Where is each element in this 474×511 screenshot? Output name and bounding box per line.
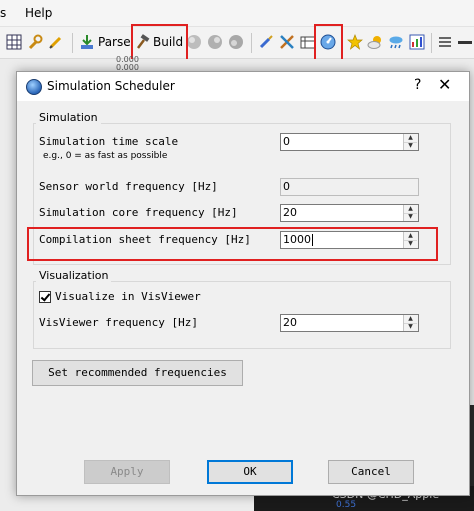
apply-button[interactable]: Apply <box>84 460 170 484</box>
core-frequency-spinbox[interactable]: 20 ▲ ▼ <box>280 204 419 222</box>
chart-icon <box>409 34 425 50</box>
paintbrush-icon <box>258 34 274 50</box>
pencil-icon <box>48 34 64 50</box>
align-icon <box>437 34 453 50</box>
compilation-highlight-box <box>27 227 438 261</box>
cloud-rain-icon <box>388 34 404 50</box>
sensor-frequency-field: 0 <box>280 178 419 196</box>
weather-button[interactable] <box>367 31 383 53</box>
wrench-button[interactable] <box>27 31 43 53</box>
wrench-icon <box>27 34 43 50</box>
close-button[interactable]: ✕ <box>438 75 451 94</box>
visualize-checkbox-label: Visualize in VisViewer <box>55 290 201 303</box>
rain-button[interactable] <box>388 31 404 53</box>
main-toolbar: Parse Build <box>0 27 474 59</box>
set-recommended-frequencies-button[interactable]: Set recommended frequencies <box>32 360 243 386</box>
grid-icon <box>6 34 22 50</box>
gray-sphere-icon <box>186 34 202 50</box>
visualize-checkbox[interactable] <box>39 291 51 303</box>
spin-down-icon[interactable]: ▼ <box>404 213 417 221</box>
run-button[interactable] <box>186 31 202 53</box>
visviewer-frequency-value: 20 <box>283 316 297 329</box>
stop-button[interactable] <box>228 31 244 53</box>
minimize-panel-button[interactable] <box>457 31 473 53</box>
sensor-frequency-value: 0 <box>283 180 290 193</box>
download-icon <box>79 34 95 50</box>
core-frequency-label: Simulation core frequency [Hz] <box>39 206 238 219</box>
toolbar-separator <box>431 33 432 53</box>
menu-bar: s Help <box>0 0 474 27</box>
app-globe-icon <box>26 79 42 95</box>
time-scale-hint: e.g., 0 = as fast as possible <box>43 151 168 161</box>
spin-down-icon[interactable]: ▼ <box>404 323 417 331</box>
ok-button[interactable]: OK <box>207 460 293 484</box>
time-scale-value: 0 <box>283 135 290 148</box>
spin-arrows: ▲ ▼ <box>403 315 418 331</box>
parse-button[interactable]: Parse <box>79 31 131 53</box>
tools-button[interactable] <box>279 31 295 53</box>
simulation-group-title: Simulation <box>36 111 101 124</box>
cancel-button[interactable]: Cancel <box>328 460 414 484</box>
simulation-scheduler-dialog: Simulation Scheduler ? ✕ Simulation Simu… <box>16 71 470 496</box>
chart-button[interactable] <box>409 31 425 53</box>
spin-arrows: ▲ ▼ <box>403 205 418 221</box>
favorite-button[interactable] <box>347 31 363 53</box>
parse-label: Parse <box>98 35 131 49</box>
menu-item-help[interactable]: Help <box>25 6 52 20</box>
grid-button[interactable] <box>6 31 22 53</box>
time-scale-spinbox[interactable]: 0 ▲ ▼ <box>280 133 419 151</box>
step-button[interactable] <box>207 31 223 53</box>
core-frequency-value: 20 <box>283 206 297 219</box>
menu-item-partial[interactable]: s <box>0 6 6 20</box>
pencil-button[interactable] <box>48 31 64 53</box>
star-icon <box>347 34 363 50</box>
dialog-title: Simulation Scheduler <box>47 79 175 93</box>
dialog-titlebar: Simulation Scheduler ? ✕ <box>17 72 469 101</box>
gray-sphere-icon <box>207 34 223 50</box>
visviewer-frequency-label: VisViewer frequency [Hz] <box>39 316 198 329</box>
tools-icon <box>279 34 295 50</box>
toolbar-separator <box>251 33 252 53</box>
align-button[interactable] <box>437 31 453 53</box>
visviewer-frequency-spinbox[interactable]: 20 ▲ ▼ <box>280 314 419 332</box>
axis-value: 0.55 <box>336 500 357 510</box>
visualization-group-title: Visualization <box>36 269 112 282</box>
toolbar-separator <box>72 33 73 53</box>
spin-down-icon[interactable]: ▼ <box>404 142 417 150</box>
paint-button[interactable] <box>258 31 274 53</box>
sensor-frequency-label: Sensor world frequency [Hz] <box>39 180 218 193</box>
dash-icon <box>457 34 473 50</box>
time-scale-label: Simulation time scale <box>39 135 179 148</box>
cloud-sun-icon <box>367 34 383 50</box>
spin-arrows: ▲ ▼ <box>403 134 418 150</box>
help-button[interactable]: ? <box>414 77 421 93</box>
gray-sphere-icon <box>228 34 244 50</box>
